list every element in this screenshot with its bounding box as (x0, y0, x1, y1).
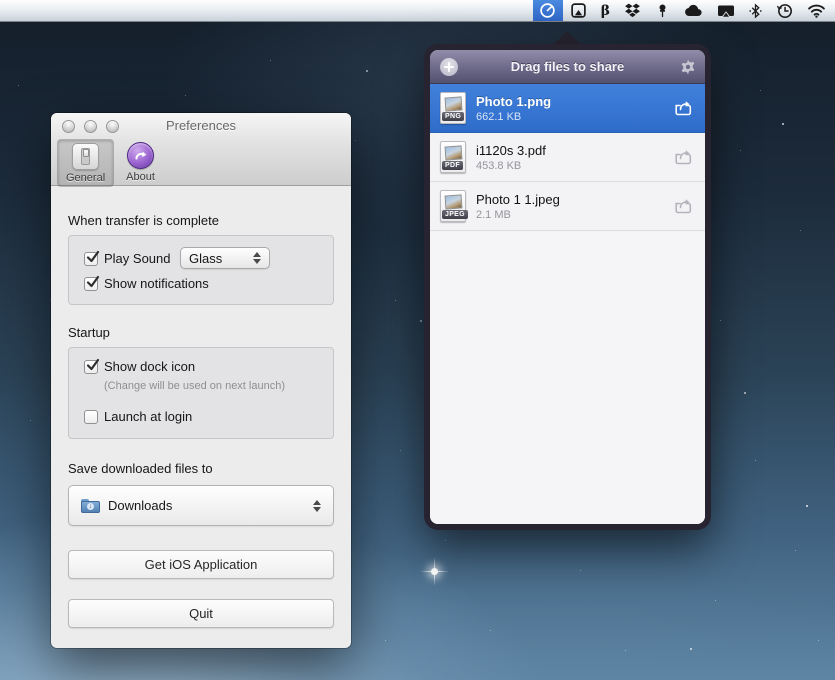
file-name: Photo 1.png (476, 94, 673, 109)
file-size: 453.8 KB (476, 160, 673, 172)
time-machine-icon[interactable] (769, 0, 800, 21)
file-size: 662.1 KB (476, 111, 673, 123)
file-name: i1120s 3.pdf (476, 143, 673, 158)
quit-button[interactable]: Quit (68, 599, 334, 628)
pin-icon[interactable] (648, 0, 677, 21)
launch-login-checkbox-row: Launch at login (84, 409, 192, 424)
display-mirroring-icon[interactable] (710, 0, 742, 21)
switch-icon (72, 143, 99, 170)
notifications-checkbox[interactable] (84, 277, 98, 291)
file-row[interactable]: JPEG Photo 1 1.jpeg 2.1 MB (430, 182, 705, 231)
desktop: { "menubar": { "icons": [ "app-transfer-… (0, 0, 835, 680)
file-size: 2.1 MB (476, 209, 673, 221)
share-icon[interactable] (673, 196, 695, 216)
tab-general[interactable]: General (57, 139, 114, 187)
wifi-icon[interactable] (800, 0, 833, 21)
pdf-file-icon: PDF (440, 141, 466, 173)
file-type-badge: PNG (442, 112, 464, 121)
notifications-checkbox-row: Show notifications (84, 276, 209, 291)
dock-icon-checkbox[interactable] (84, 360, 98, 374)
menu-extras: β (533, 0, 833, 21)
play-sound-checkbox[interactable] (84, 252, 98, 266)
menu-bar: β (0, 0, 835, 22)
popup-stepper-icon (253, 252, 261, 264)
share-icon[interactable] (673, 98, 695, 118)
dropbox-icon[interactable] (617, 0, 648, 21)
add-file-button[interactable] (440, 58, 458, 76)
file-row[interactable]: PNG Photo 1.png 662.1 KB (430, 84, 705, 133)
popover-header: Drag files to share (430, 50, 705, 84)
save-section-label: Save downloaded files to (68, 461, 213, 476)
file-row[interactable]: PDF i1120s 3.pdf 453.8 KB (430, 133, 705, 182)
about-icon (127, 142, 154, 169)
share-icon[interactable] (673, 147, 695, 167)
drop-zone[interactable] (430, 231, 705, 524)
app-transfer-icon[interactable] (533, 0, 563, 21)
get-ios-application-button[interactable]: Get iOS Application (68, 550, 334, 579)
file-name: Photo 1 1.jpeg (476, 192, 673, 207)
jpeg-file-icon: JPEG (440, 190, 466, 222)
dock-icon-checkbox-row: Show dock icon (84, 359, 195, 374)
downloads-folder-icon: ↓ (81, 499, 100, 513)
launch-login-checkbox[interactable] (84, 410, 98, 424)
tab-about[interactable]: About (118, 139, 163, 185)
downloads-folder-select[interactable]: ↓ Downloads (68, 485, 334, 526)
flare-star (431, 568, 438, 575)
popover-title: Drag files to share (430, 59, 705, 74)
preferences-window: Preferences General About When transfer … (51, 113, 351, 648)
gear-icon[interactable] (679, 58, 697, 76)
select-stepper-icon (313, 500, 321, 512)
png-file-icon: PNG (440, 92, 466, 124)
dock-icon-note: (Change will be used on next launch) (104, 380, 285, 392)
window-title: Preferences (51, 113, 351, 139)
airplay-box-icon[interactable] (563, 0, 594, 21)
transfer-section-label: When transfer is complete (68, 213, 219, 228)
title-bar: Preferences General About (51, 113, 351, 186)
cloud-icon[interactable] (677, 0, 710, 21)
file-type-badge: PDF (442, 161, 463, 170)
bluetooth-icon[interactable] (742, 0, 769, 21)
file-type-badge: JPEG (442, 210, 468, 219)
toolbar: General About (57, 139, 163, 185)
transfer-group-box (68, 235, 334, 305)
startup-section-label: Startup (68, 325, 110, 340)
sound-popup[interactable]: Glass (180, 247, 270, 269)
beta-icon[interactable]: β (594, 0, 617, 21)
share-popover: Drag files to share PNG Photo 1.png 662.… (424, 44, 711, 530)
play-sound-checkbox-row: Play Sound (84, 251, 171, 266)
